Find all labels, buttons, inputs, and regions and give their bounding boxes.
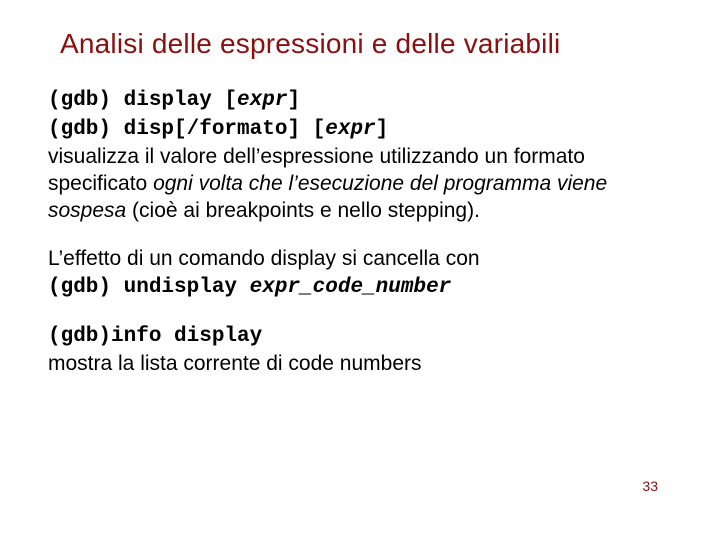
slide-body: (gdb) display [expr] (gdb) disp[/formato… <box>48 86 672 378</box>
slide: Analisi delle espressioni e delle variab… <box>0 0 720 378</box>
body-text: mostra la lista corrente di code numbers <box>48 351 672 378</box>
code-arg: expr <box>325 118 375 141</box>
code-line-2: (gdb) disp[/formato] [expr] <box>48 115 672 144</box>
code-text: ] <box>287 89 300 112</box>
paragraph-1: (gdb) display [expr] (gdb) disp[/formato… <box>48 86 672 224</box>
text: (cioè ai breakpoints e nello stepping). <box>126 199 480 222</box>
code-line-4: (gdb)info display <box>48 324 672 351</box>
code-arg: expr_code_number <box>250 276 452 299</box>
page-number: 33 <box>642 478 658 494</box>
code-text: (gdb) undisplay <box>48 276 250 299</box>
code-arg: expr <box>237 89 287 112</box>
body-text: L’effetto di un comando display si cance… <box>48 246 672 273</box>
slide-title: Analisi delle espressioni e delle variab… <box>60 28 672 60</box>
code-text: (gdb) display [ <box>48 89 237 112</box>
code-line-3: (gdb) undisplay expr_code_number <box>48 273 672 302</box>
body-text: visualizza il valore dell’espressione ut… <box>48 144 672 225</box>
code-text: ] <box>376 118 389 141</box>
code-text: (gdb) disp[/formato] [ <box>48 118 325 141</box>
code-line-1: (gdb) display [expr] <box>48 86 672 115</box>
paragraph-2: L’effetto di un comando display si cance… <box>48 246 672 302</box>
paragraph-3: (gdb)info display mostra la lista corren… <box>48 324 672 378</box>
